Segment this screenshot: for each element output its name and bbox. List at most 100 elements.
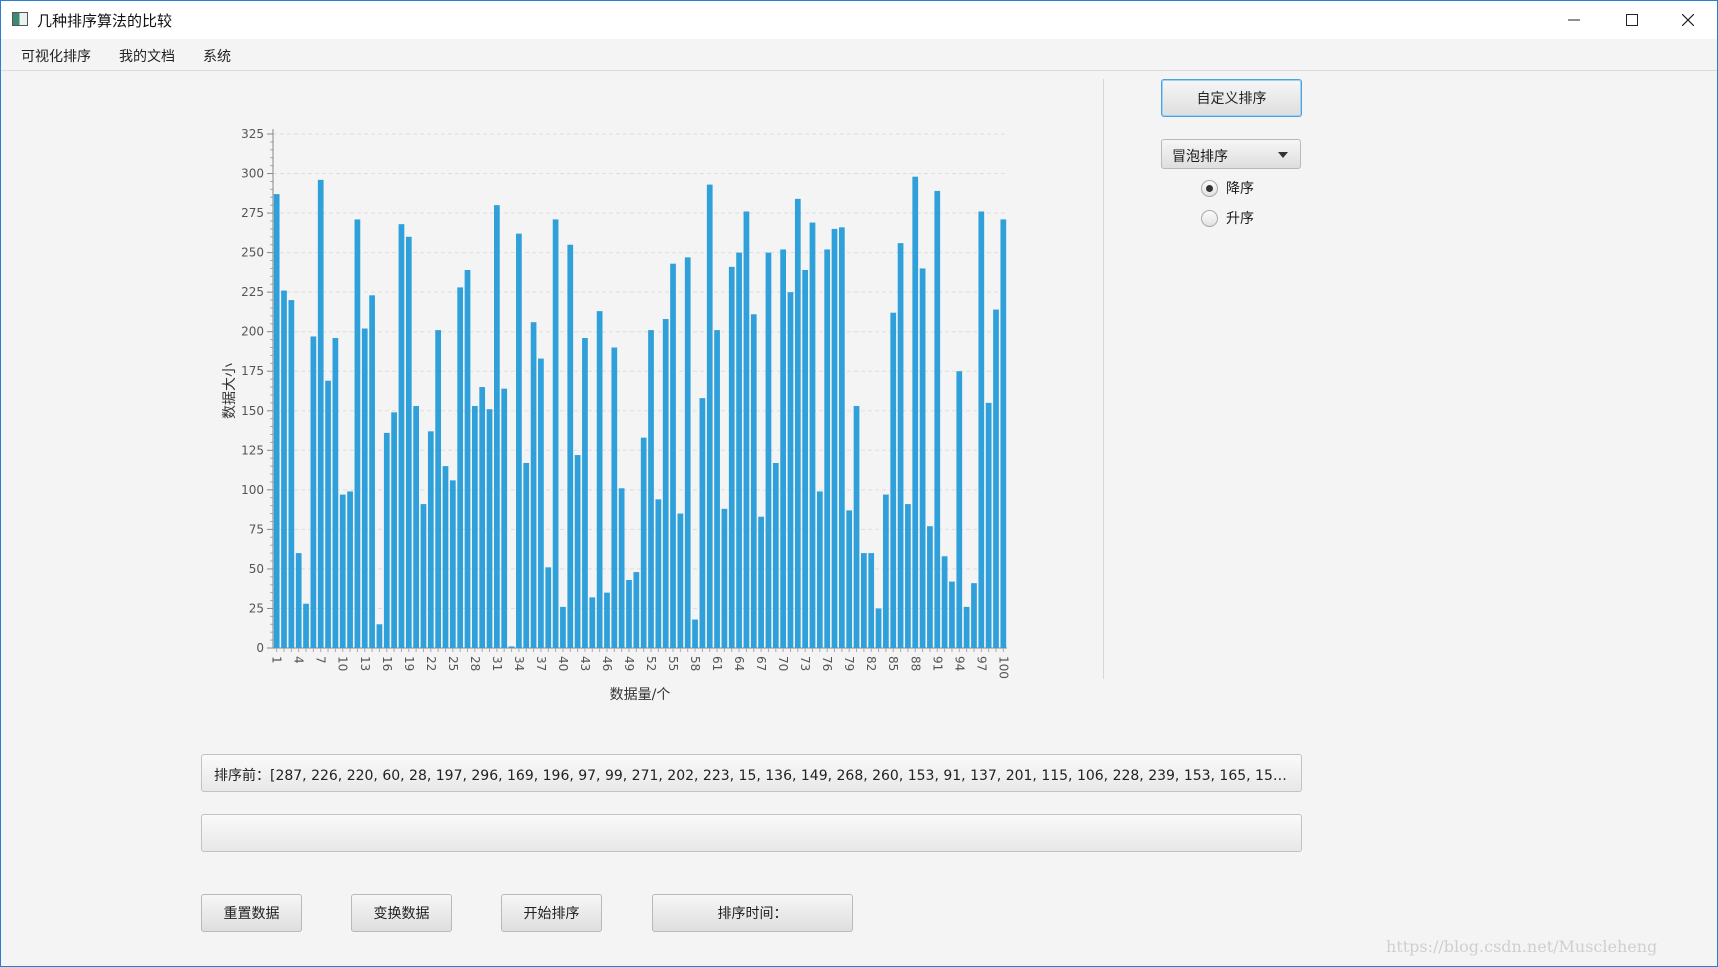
bar xyxy=(596,311,603,648)
bar xyxy=(464,270,471,648)
y-tick-label: 50 xyxy=(249,562,264,576)
radio-descending-label: 降序 xyxy=(1226,181,1254,197)
bar xyxy=(332,338,339,648)
x-tick-label: 58 xyxy=(688,656,702,671)
bar xyxy=(391,412,397,648)
watermark-text: https://blog.csdn.net/Muscleheng xyxy=(1386,937,1658,956)
bar xyxy=(413,406,419,648)
x-tick-label: 91 xyxy=(930,656,944,671)
bar xyxy=(325,380,331,648)
bar xyxy=(794,198,801,648)
x-tick-label: 97 xyxy=(974,656,988,671)
x-tick-label: 100 xyxy=(996,656,1010,679)
bar xyxy=(589,597,596,648)
x-tick-label: 7 xyxy=(314,656,328,664)
bar xyxy=(427,431,434,648)
bar xyxy=(582,338,588,648)
radio-ascending[interactable]: 升序 xyxy=(1201,207,1254,229)
after-sort-field[interactable] xyxy=(201,814,1302,852)
bar xyxy=(494,205,500,648)
bar xyxy=(530,322,537,648)
x-tick-label: 73 xyxy=(798,656,812,671)
maximize-button[interactable] xyxy=(1603,1,1661,39)
bar xyxy=(1000,219,1007,648)
start-sort-button[interactable]: 开始排序 xyxy=(501,894,602,932)
reset-data-button[interactable]: 重置数据 xyxy=(201,894,302,932)
bar xyxy=(383,432,390,648)
bar xyxy=(750,314,757,648)
bar xyxy=(567,244,574,648)
bar xyxy=(721,508,728,648)
bar xyxy=(963,606,970,648)
x-tick-label: 22 xyxy=(424,656,438,671)
close-button[interactable] xyxy=(1659,1,1717,39)
app-window: 几种排序算法的比较 可视化排序 我的文档 系统 0 25 50 75 100 125 150… xyxy=(0,0,1718,967)
radio-descending[interactable]: 降序 xyxy=(1201,177,1254,199)
x-tick-label: 49 xyxy=(622,656,636,671)
radio-ascending-indicator[interactable] xyxy=(1201,209,1218,227)
bar xyxy=(897,243,904,648)
close-icon xyxy=(1682,14,1694,26)
bar xyxy=(846,510,853,648)
bar xyxy=(780,249,786,648)
y-tick-label: 275 xyxy=(241,206,264,220)
bar xyxy=(927,526,933,648)
x-tick-label: 31 xyxy=(490,656,504,671)
bar xyxy=(743,211,750,648)
sort-time-button[interactable]: 排序时间： xyxy=(652,894,853,932)
bar xyxy=(347,491,353,648)
bar xyxy=(288,300,295,648)
bar xyxy=(831,228,838,648)
panel-divider xyxy=(1103,79,1104,679)
before-sort-field[interactable]: 排序前：[287, 226, 220, 60, 28, 197, 296, 16… xyxy=(201,754,1302,792)
x-tick-label: 94 xyxy=(952,656,966,671)
bar xyxy=(838,227,845,648)
x-tick-label: 82 xyxy=(864,656,878,671)
x-tick-label: 67 xyxy=(754,656,768,671)
bar xyxy=(648,330,654,648)
x-tick-label: 13 xyxy=(358,656,372,671)
bar xyxy=(361,328,368,648)
bar xyxy=(354,219,361,648)
bar xyxy=(941,556,948,648)
bar xyxy=(486,409,493,648)
y-tick-label: 75 xyxy=(249,522,264,536)
custom-sort-button[interactable]: 自定义排序 xyxy=(1161,79,1302,117)
bar xyxy=(435,330,442,648)
bar xyxy=(626,579,632,648)
x-axis-label: 数据量/个 xyxy=(610,687,671,703)
bar xyxy=(604,592,610,648)
y-tick-label: 125 xyxy=(241,443,264,457)
x-tick-label: 61 xyxy=(710,656,724,671)
bar xyxy=(670,263,676,648)
x-tick-label: 4 xyxy=(292,656,306,664)
bar xyxy=(714,330,720,648)
shuffle-data-button[interactable]: 变换数据 xyxy=(351,894,452,932)
x-tick-label: 64 xyxy=(732,656,746,671)
x-tick-label: 88 xyxy=(908,656,922,671)
radio-descending-indicator[interactable] xyxy=(1201,179,1218,197)
bar xyxy=(369,295,375,648)
bar xyxy=(956,371,963,648)
bar xyxy=(772,462,779,648)
x-tick-label: 28 xyxy=(468,656,482,671)
bar xyxy=(449,480,456,648)
y-tick-label: 225 xyxy=(241,285,264,299)
bar xyxy=(765,252,772,648)
y-tick-label: 325 xyxy=(241,127,264,141)
bar xyxy=(295,553,302,648)
minimize-button[interactable] xyxy=(1545,1,1603,39)
bar xyxy=(677,513,684,648)
radio-ascending-label: 升序 xyxy=(1226,211,1254,227)
y-axis-label: 数据大小 xyxy=(222,363,238,419)
bar xyxy=(398,224,405,648)
maximize-icon xyxy=(1626,14,1638,26)
x-tick-label: 1 xyxy=(270,656,284,664)
algorithm-select-value: 冒泡排序 xyxy=(1172,149,1228,165)
bar xyxy=(802,270,809,648)
bar xyxy=(457,287,464,648)
dropdown-arrow-icon xyxy=(1278,152,1288,158)
bar xyxy=(993,309,999,648)
bar xyxy=(611,347,618,648)
algorithm-select[interactable]: 冒泡排序 xyxy=(1161,139,1301,169)
